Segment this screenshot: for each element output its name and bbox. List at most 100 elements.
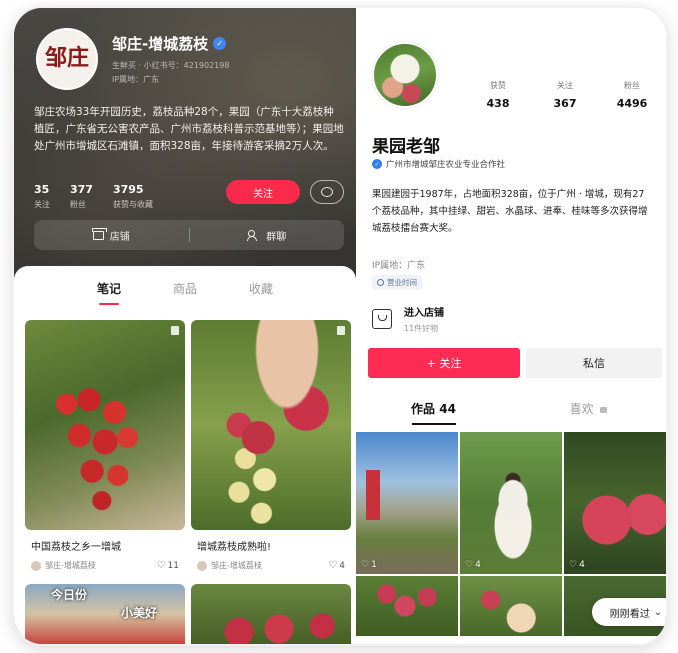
sign-graphic [366,470,380,520]
stat-label: 关注 [557,81,573,90]
stat-following[interactable]: 35 关注 [34,183,50,210]
heart-icon: ♡ [328,560,338,571]
note-card[interactable]: 今日份 小美好 [25,584,185,644]
note-image-text: 今日份 [51,588,88,602]
stat-label: 粉丝 [624,81,640,90]
profile-action-bar: 店铺 群聊 [34,220,344,250]
group-chat-button[interactable]: 群聊 [190,228,345,243]
like-button[interactable]: ♡ 4 [328,560,345,571]
avatar[interactable] [372,42,438,108]
like-count-badge: ♡ 4 [465,560,481,570]
avatar[interactable]: 邹庄 [36,28,98,90]
stat-number: 35 [34,183,50,196]
video-thumbnail[interactable] [460,576,562,636]
note-card[interactable]: 中国荔枝之乡一增城 邹庄-增城荔枝 ♡ 11 [25,320,185,571]
shop-label: 店铺 [109,231,130,243]
note-title: 增城荔枝成熟啦! [197,542,272,553]
account-id: 生鲜买 · 小红书号：421902198 [112,61,230,70]
like-count: 4 [339,560,345,571]
shop-icon [91,227,107,240]
note-meta: 邹庄-增城荔枝 ♡ 4 [191,560,351,571]
stat-likes-collects[interactable]: 3795 获赞与收藏 [113,183,153,210]
like-button[interactable]: ♡ 11 [157,560,179,571]
heart-icon: ♡ [465,560,474,570]
follow-button[interactable]: + 关注 [368,348,520,378]
business-hours-label: 营业时间 [387,278,417,287]
profile-stats: 35 关注 377 粉丝 3795 获赞与收藏 [34,183,153,210]
heart-icon: ♡ [156,560,166,571]
tab-products[interactable]: 商品 [173,280,197,305]
stat-number: 4496 [616,97,648,110]
stat-followers[interactable]: 377 粉丝 [70,183,93,210]
video-thumbnail[interactable]: ♡ 1 [356,432,458,574]
note-meta: 邹庄-增城荔枝 ♡ 11 [25,560,185,571]
stat-label: 获赞 [490,81,506,90]
stat-number: 377 [70,183,93,196]
profile-name: 邹庄-增城荔枝 ✓ [112,33,227,54]
tab-works[interactable]: 作品 44 [356,400,511,425]
like-count: 11 [167,560,179,571]
note-card[interactable]: 增城荔枝成熟啦! 邹庄-增城荔枝 ♡ 4 [191,320,351,571]
video-thumbnail[interactable] [356,576,458,636]
message-button[interactable] [310,180,344,204]
ip-location: IP属地：广东 [112,75,160,84]
note-image-text: 小美好 [121,606,158,620]
stat-followers[interactable]: 粉丝 4496 [602,80,662,110]
like-count: 1 [371,560,377,570]
recently-viewed-label: 刚刚看过 [609,608,650,620]
profile-name: 果园老邹 [372,137,440,157]
note-image [191,320,351,530]
clock-icon [377,279,384,286]
group-icon [247,230,260,241]
recently-viewed-button[interactable]: 刚刚看过 ⌄ [592,598,666,626]
stat-number: 438 [486,97,510,110]
enter-shop-entry[interactable]: 进入店铺 11件好物 [372,304,444,334]
like-count-badge: ♡ 4 [569,560,585,570]
stat-number: 367 [553,97,577,110]
profile-bio: 邹庄农场33年开园历史，荔枝品种28个，果园（广东十大荔枝种植匠，广东省无公害农… [34,106,344,152]
like-count: 4 [475,560,481,570]
stat-number: 3795 [112,183,144,196]
chevron-down-icon: ⌄ [653,606,663,618]
like-count: 4 [579,560,585,570]
profile-tabs: 笔记 商品 收藏 [14,280,356,305]
stat-following[interactable]: 关注 367 [535,80,595,110]
profile-name-text: 邹庄-增城荔枝 [112,35,209,53]
note-card[interactable] [191,584,351,644]
profile-bio: 果园建园于1987年，占地面积328亩，位于广州 · 增城，现有27个荔枝品种，… [372,189,648,234]
collect-icon [337,326,345,335]
shopping-bag-icon [372,309,392,329]
tab-notes[interactable]: 笔记 [97,280,121,305]
stat-likes[interactable]: 获赞 438 [468,80,528,110]
tab-liked[interactable]: 喜欢 [511,400,666,425]
group-label: 群聊 [266,231,287,243]
shop-subtitle: 11件好物 [404,324,439,333]
note-title: 中国荔枝之乡一增城 [31,542,121,553]
verified-icon: ✓ [213,37,227,50]
author-avatar [197,560,207,571]
tab-liked-label: 喜欢 [569,402,594,416]
ip-location: IP属地：广东 [372,261,426,271]
note-image [25,320,185,530]
stat-label: 粉丝 [70,200,86,209]
lock-icon [600,406,608,413]
message-button[interactable]: 私信 [526,348,662,378]
shop-text: 进入店铺 11件好物 [404,304,444,334]
stat-label: 获赞与收藏 [112,200,153,209]
heart-icon: ♡ [569,560,578,570]
business-hours-tag[interactable]: 营业时间 [372,275,422,290]
tab-collections[interactable]: 收藏 [249,280,273,305]
xhs-profile-panel: 邹庄 邹庄-增城荔枝 ✓ 生鲜买 · 小红书号：421902198 IP属地：广… [14,8,356,644]
screenshot-frame: 邹庄 邹庄-增城荔枝 ✓ 生鲜买 · 小红书号：421902198 IP属地：广… [14,8,666,644]
verified-icon: ✓ [372,159,382,169]
collect-icon [171,326,179,335]
stat-label: 关注 [34,200,50,209]
follow-button[interactable]: 关注 [226,180,300,204]
author-avatar [31,560,41,571]
shop-button[interactable]: 店铺 [34,227,189,243]
video-thumbnail[interactable]: ♡ 4 [460,432,562,574]
enterprise-verification: ✓ 广州市增城邹庄农业专业合作社 [372,158,505,170]
video-thumbnail[interactable]: ♡ 4 [564,432,666,574]
profile-stats: 获赞 438 关注 367 粉丝 4496 [468,80,662,110]
shop-title: 进入店铺 [404,308,444,319]
